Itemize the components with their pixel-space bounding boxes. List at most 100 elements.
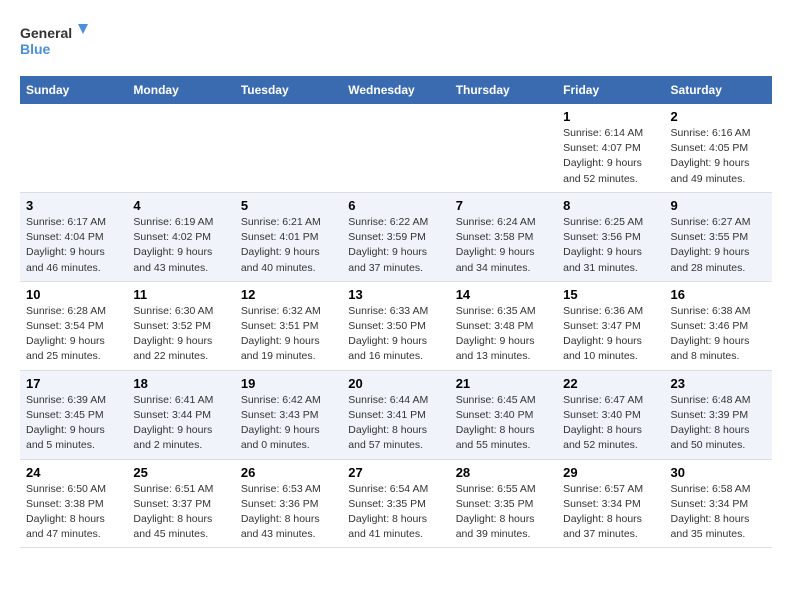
calendar-cell: 1 Sunrise: 6:14 AM Sunset: 4:07 PM Daylig… [557, 104, 664, 192]
day-info: Sunrise: 6:51 AM Sunset: 3:37 PM Dayligh… [133, 482, 228, 543]
calendar-cell [342, 104, 449, 192]
day-number: 18 [133, 376, 228, 391]
weekday-header-row: SundayMondayTuesdayWednesdayThursdayFrid… [20, 76, 772, 104]
weekday-header-friday: Friday [557, 76, 664, 104]
day-number: 24 [26, 465, 121, 480]
calendar-cell: 4 Sunrise: 6:19 AM Sunset: 4:02 PM Daylig… [127, 192, 234, 281]
calendar-cell: 23 Sunrise: 6:48 AM Sunset: 3:39 PM Dayli… [665, 370, 772, 459]
page-header: General Blue [20, 20, 772, 60]
day-number: 19 [241, 376, 336, 391]
day-info: Sunrise: 6:39 AM Sunset: 3:45 PM Dayligh… [26, 393, 121, 454]
day-info: Sunrise: 6:44 AM Sunset: 3:41 PM Dayligh… [348, 393, 443, 454]
calendar-cell: 13 Sunrise: 6:33 AM Sunset: 3:50 PM Dayli… [342, 281, 449, 370]
calendar-cell: 7Sunrise: 6:24 AM Sunset: 3:58 PM Daylig… [450, 192, 557, 281]
day-number: 2 [671, 109, 766, 124]
day-info: Sunrise: 6:48 AM Sunset: 3:39 PM Dayligh… [671, 393, 766, 454]
day-number: 30 [671, 465, 766, 480]
day-info: Sunrise: 6:22 AM Sunset: 3:59 PM Dayligh… [348, 215, 443, 276]
calendar-cell: 26 Sunrise: 6:53 AM Sunset: 3:36 PM Dayli… [235, 459, 342, 548]
calendar-cell: 3Sunrise: 6:17 AM Sunset: 4:04 PM Daylig… [20, 192, 127, 281]
day-info: Sunrise: 6:27 AM Sunset: 3:55 PM Dayligh… [671, 215, 766, 276]
calendar-cell: 2 Sunrise: 6:16 AM Sunset: 4:05 PM Daylig… [665, 104, 772, 192]
calendar-cell: 10 Sunrise: 6:28 AM Sunset: 3:54 PM Dayli… [20, 281, 127, 370]
calendar-cell: 5 Sunrise: 6:21 AM Sunset: 4:01 PM Daylig… [235, 192, 342, 281]
day-number: 12 [241, 287, 336, 302]
day-info: Sunrise: 6:25 AM Sunset: 3:56 PM Dayligh… [563, 215, 658, 276]
calendar-cell: 30 Sunrise: 6:58 AM Sunset: 3:34 PM Dayli… [665, 459, 772, 548]
logo: General Blue [20, 20, 90, 60]
day-number: 17 [26, 376, 121, 391]
day-info: Sunrise: 6:36 AM Sunset: 3:47 PM Dayligh… [563, 304, 658, 365]
day-number: 21 [456, 376, 551, 391]
day-info: Sunrise: 6:42 AM Sunset: 3:43 PM Dayligh… [241, 393, 336, 454]
day-number: 20 [348, 376, 443, 391]
calendar-cell: 25 Sunrise: 6:51 AM Sunset: 3:37 PM Dayli… [127, 459, 234, 548]
day-number: 22 [563, 376, 658, 391]
calendar-cell: 16Sunrise: 6:38 AM Sunset: 3:46 PM Dayli… [665, 281, 772, 370]
calendar-cell: 12 Sunrise: 6:32 AM Sunset: 3:51 PM Dayli… [235, 281, 342, 370]
calendar-cell [20, 104, 127, 192]
day-number: 28 [456, 465, 551, 480]
day-number: 26 [241, 465, 336, 480]
day-info: Sunrise: 6:32 AM Sunset: 3:51 PM Dayligh… [241, 304, 336, 365]
calendar-cell: 29 Sunrise: 6:57 AM Sunset: 3:34 PM Dayli… [557, 459, 664, 548]
calendar-week-row: 17 Sunrise: 6:39 AM Sunset: 3:45 PM Dayli… [20, 370, 772, 459]
weekday-header-saturday: Saturday [665, 76, 772, 104]
day-info: Sunrise: 6:55 AM Sunset: 3:35 PM Dayligh… [456, 482, 551, 543]
day-info: Sunrise: 6:54 AM Sunset: 3:35 PM Dayligh… [348, 482, 443, 543]
day-number: 14 [456, 287, 551, 302]
day-info: Sunrise: 6:14 AM Sunset: 4:07 PM Dayligh… [563, 126, 658, 187]
calendar-cell: 24 Sunrise: 6:50 AM Sunset: 3:38 PM Dayli… [20, 459, 127, 548]
logo-svg: General Blue [20, 20, 90, 60]
day-number: 5 [241, 198, 336, 213]
day-info: Sunrise: 6:30 AM Sunset: 3:52 PM Dayligh… [133, 304, 228, 365]
day-info: Sunrise: 6:58 AM Sunset: 3:34 PM Dayligh… [671, 482, 766, 543]
day-number: 27 [348, 465, 443, 480]
day-info: Sunrise: 6:41 AM Sunset: 3:44 PM Dayligh… [133, 393, 228, 454]
day-number: 29 [563, 465, 658, 480]
calendar-cell: 8 Sunrise: 6:25 AM Sunset: 3:56 PM Daylig… [557, 192, 664, 281]
day-info: Sunrise: 6:53 AM Sunset: 3:36 PM Dayligh… [241, 482, 336, 543]
calendar-cell: 19 Sunrise: 6:42 AM Sunset: 3:43 PM Dayli… [235, 370, 342, 459]
calendar-cell [450, 104, 557, 192]
calendar-cell: 9Sunrise: 6:27 AM Sunset: 3:55 PM Daylig… [665, 192, 772, 281]
day-number: 10 [26, 287, 121, 302]
svg-text:General: General [20, 25, 72, 41]
day-info: Sunrise: 6:45 AM Sunset: 3:40 PM Dayligh… [456, 393, 551, 454]
weekday-header-sunday: Sunday [20, 76, 127, 104]
weekday-header-monday: Monday [127, 76, 234, 104]
calendar-cell: 15Sunrise: 6:36 AM Sunset: 3:47 PM Dayli… [557, 281, 664, 370]
day-number: 8 [563, 198, 658, 213]
calendar-week-row: 24 Sunrise: 6:50 AM Sunset: 3:38 PM Dayli… [20, 459, 772, 548]
day-info: Sunrise: 6:35 AM Sunset: 3:48 PM Dayligh… [456, 304, 551, 365]
calendar-cell: 20 Sunrise: 6:44 AM Sunset: 3:41 PM Dayli… [342, 370, 449, 459]
day-info: Sunrise: 6:57 AM Sunset: 3:34 PM Dayligh… [563, 482, 658, 543]
day-number: 13 [348, 287, 443, 302]
day-number: 1 [563, 109, 658, 124]
calendar-cell: 6Sunrise: 6:22 AM Sunset: 3:59 PM Daylig… [342, 192, 449, 281]
day-number: 7 [456, 198, 551, 213]
calendar-cell: 21 Sunrise: 6:45 AM Sunset: 3:40 PM Dayli… [450, 370, 557, 459]
calendar-cell: 28 Sunrise: 6:55 AM Sunset: 3:35 PM Dayli… [450, 459, 557, 548]
calendar-cell [235, 104, 342, 192]
weekday-header-thursday: Thursday [450, 76, 557, 104]
calendar-week-row: 10 Sunrise: 6:28 AM Sunset: 3:54 PM Dayli… [20, 281, 772, 370]
day-info: Sunrise: 6:28 AM Sunset: 3:54 PM Dayligh… [26, 304, 121, 365]
day-info: Sunrise: 6:17 AM Sunset: 4:04 PM Dayligh… [26, 215, 121, 276]
day-info: Sunrise: 6:16 AM Sunset: 4:05 PM Dayligh… [671, 126, 766, 187]
day-number: 4 [133, 198, 228, 213]
calendar-cell: 14 Sunrise: 6:35 AM Sunset: 3:48 PM Dayli… [450, 281, 557, 370]
day-number: 25 [133, 465, 228, 480]
day-info: Sunrise: 6:33 AM Sunset: 3:50 PM Dayligh… [348, 304, 443, 365]
calendar-cell: 17 Sunrise: 6:39 AM Sunset: 3:45 PM Dayli… [20, 370, 127, 459]
calendar-week-row: 3Sunrise: 6:17 AM Sunset: 4:04 PM Daylig… [20, 192, 772, 281]
calendar-table: SundayMondayTuesdayWednesdayThursdayFrid… [20, 76, 772, 548]
day-info: Sunrise: 6:19 AM Sunset: 4:02 PM Dayligh… [133, 215, 228, 276]
day-info: Sunrise: 6:47 AM Sunset: 3:40 PM Dayligh… [563, 393, 658, 454]
calendar-cell: 22 Sunrise: 6:47 AM Sunset: 3:40 PM Dayli… [557, 370, 664, 459]
day-number: 23 [671, 376, 766, 391]
day-info: Sunrise: 6:50 AM Sunset: 3:38 PM Dayligh… [26, 482, 121, 543]
day-info: Sunrise: 6:21 AM Sunset: 4:01 PM Dayligh… [241, 215, 336, 276]
calendar-cell [127, 104, 234, 192]
calendar-week-row: 1 Sunrise: 6:14 AM Sunset: 4:07 PM Daylig… [20, 104, 772, 192]
